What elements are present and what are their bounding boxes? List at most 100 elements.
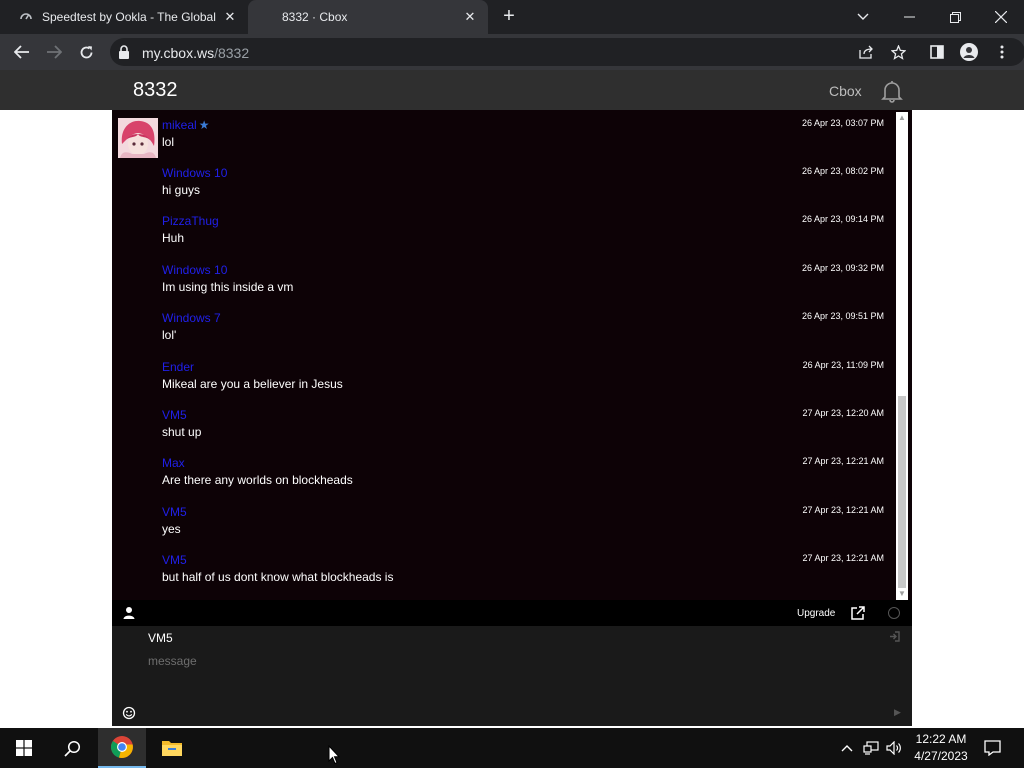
clock-date: 4/27/2023 — [914, 749, 968, 763]
message-text: lol — [162, 135, 175, 149]
chat-message: mikeal ★ lol 26 Apr 23, 03:07 PM — [112, 112, 896, 160]
url-path: /8332 — [214, 45, 250, 61]
scroll-down-arrow-icon[interactable]: ▼ — [896, 588, 908, 600]
message-timestamp: 26 Apr 23, 11:09 PM — [802, 360, 884, 370]
browser-toolbar: my.cbox.ws/8332 — [0, 34, 1024, 70]
chat-message: Windows 7 lol' 26 Apr 23, 09:51 PM — [112, 305, 896, 353]
address-bar[interactable]: my.cbox.ws/8332 — [110, 38, 1024, 66]
message-text: but half of us dont know what blockheads… — [162, 570, 394, 584]
smile-icon[interactable] — [122, 706, 136, 720]
login-icon[interactable] — [889, 631, 900, 645]
scroll-up-arrow-icon[interactable]: ▲ — [896, 112, 908, 124]
chat-message: Ender Mikeal are you a believer in Jesus… — [112, 354, 896, 402]
message-username[interactable]: PizzaThug — [162, 214, 219, 228]
compose-area: VM5 ▶ — [112, 626, 912, 726]
chat-scrollbar[interactable]: ▲ ▼ — [896, 112, 908, 600]
message-text: shut up — [162, 425, 202, 439]
message-timestamp: 26 Apr 23, 09:51 PM — [801, 311, 884, 321]
message-timestamp: 27 Apr 23, 12:21 AM — [802, 553, 884, 563]
reload-button[interactable] — [72, 38, 100, 66]
message-text: Are there any worlds on blockheads — [162, 473, 353, 487]
new-tab-button[interactable]: + — [498, 6, 520, 28]
browser-tab-strip: Speedtest by Ookla - The Global ✕ 8332 ·… — [0, 0, 1024, 34]
url-host: my.cbox.ws — [142, 45, 215, 61]
share-icon[interactable] — [856, 42, 876, 62]
kebab-menu-icon[interactable] — [988, 38, 1016, 66]
message-text: Im using this inside a vm — [162, 280, 294, 294]
send-arrow-icon[interactable]: ▶ — [894, 707, 901, 718]
message-username[interactable]: Ender — [162, 360, 194, 374]
volume-icon[interactable] — [884, 728, 904, 768]
windows-start-icon[interactable] — [0, 728, 48, 768]
message-text: Huh — [162, 231, 185, 245]
tab-title: Speedtest by Ookla - The Global — [42, 10, 216, 24]
message-text: lol' — [162, 328, 177, 342]
page-title: 8332 — [133, 79, 178, 101]
message-timestamp: 26 Apr 23, 03:07 PM — [801, 118, 884, 128]
chat-message: PizzaThug Huh 26 Apr 23, 09:14 PM — [112, 208, 896, 256]
upgrade-link[interactable]: Upgrade — [797, 608, 835, 619]
forward-button[interactable] — [40, 38, 68, 66]
bookmark-star-icon[interactable] — [888, 42, 908, 62]
restore-button[interactable] — [932, 0, 978, 34]
windows-taskbar: 12:22 AM 4/27/2023 — [0, 728, 1024, 768]
tab-close-icon[interactable]: ✕ — [460, 9, 480, 25]
message-username[interactable]: Max — [162, 456, 185, 470]
taskbar-clock[interactable]: 12:22 AM 4/27/2023 — [906, 731, 976, 765]
tab-title: 8332 · Cbox — [282, 10, 348, 24]
bell-icon[interactable] — [879, 78, 905, 104]
cbox-link[interactable]: Cbox — [829, 83, 862, 99]
username-text: mikeal — [162, 118, 197, 132]
cbox-header: 8332 Cbox — [0, 70, 1024, 110]
message-username[interactable]: VM5 — [162, 408, 187, 422]
external-link-icon[interactable] — [851, 606, 865, 620]
chat-messages: mikeal ★ lol 26 Apr 23, 03:07 PM Windows … — [112, 110, 912, 600]
message-username[interactable]: Windows 7 — [162, 311, 221, 325]
chrome-icon[interactable] — [98, 728, 146, 768]
person-icon[interactable] — [122, 606, 136, 620]
search-icon[interactable] — [48, 728, 96, 768]
mouse-cursor-icon — [328, 745, 340, 765]
message-timestamp: 26 Apr 23, 08:02 PM — [801, 166, 884, 176]
network-icon[interactable] — [860, 728, 882, 768]
notification-icon[interactable] — [980, 728, 1004, 768]
url-text[interactable]: my.cbox.ws/8332 — [142, 45, 249, 61]
tab-cbox[interactable]: 8332 · Cbox ✕ — [248, 0, 488, 34]
message-username[interactable]: mikeal ★ — [162, 118, 209, 132]
speedtest-favicon-icon — [18, 9, 34, 25]
scroll-thumb[interactable] — [898, 396, 906, 588]
compose-name[interactable]: VM5 — [148, 631, 173, 645]
tab-speedtest[interactable]: Speedtest by Ookla - The Global ✕ — [0, 0, 248, 34]
minimize-button[interactable] — [886, 0, 932, 34]
chat-message: VM5 but half of us dont know what blockh… — [112, 547, 896, 595]
chat-message: Max Are there any worlds on blockheads 2… — [112, 450, 896, 498]
message-timestamp: 26 Apr 23, 09:32 PM — [801, 263, 884, 273]
tab-search-chevron-icon[interactable] — [840, 0, 886, 34]
star-icon: ★ — [198, 118, 210, 132]
chat-message: Windows 10 Im using this inside a vm 26 … — [112, 257, 896, 305]
chat-message: Windows 10 hi guys 26 Apr 23, 08:02 PM — [112, 160, 896, 208]
tab-close-icon[interactable]: ✕ — [220, 9, 240, 25]
clock-time: 12:22 AM — [915, 732, 967, 746]
side-panel-icon[interactable] — [923, 38, 951, 66]
back-button[interactable] — [8, 38, 36, 66]
message-username[interactable]: Windows 10 — [162, 263, 227, 277]
message-timestamp: 27 Apr 23, 12:20 AM — [802, 408, 884, 418]
status-ring-icon — [888, 607, 900, 619]
chat-message: VM5 shut up 27 Apr 23, 12:20 AM — [112, 402, 896, 450]
message-username[interactable]: VM5 — [162, 505, 187, 519]
message-username[interactable]: Windows 10 — [162, 166, 227, 180]
message-timestamp: 27 Apr 23, 12:21 AM — [802, 505, 884, 515]
chat-toolbar: Upgrade — [112, 600, 912, 626]
message-input[interactable] — [148, 652, 878, 670]
chat-message: VM5 yes 27 Apr 23, 12:21 AM — [112, 499, 896, 547]
message-username[interactable]: VM5 — [162, 553, 187, 567]
lock-icon[interactable] — [118, 45, 130, 59]
profile-icon[interactable] — [955, 38, 983, 66]
message-text: Mikeal are you a believer in Jesus — [162, 377, 343, 391]
close-window-button[interactable] — [978, 0, 1024, 34]
avatar[interactable] — [118, 118, 158, 158]
message-text: hi guys — [162, 183, 201, 197]
tray-chevron-up-icon[interactable] — [838, 728, 856, 768]
file-explorer-icon[interactable] — [148, 728, 196, 768]
